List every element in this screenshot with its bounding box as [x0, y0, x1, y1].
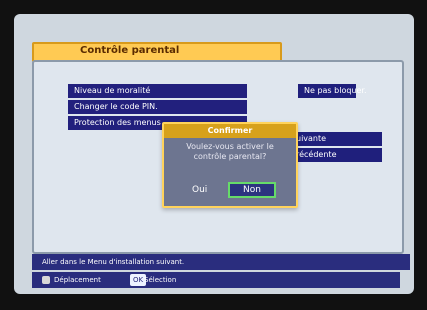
- hint-bar: Déplacement OK Sélection: [32, 272, 400, 288]
- yes-label: Oui: [192, 185, 208, 195]
- value-text: Ne pas bloquer.: [304, 86, 367, 95]
- tv-screen: Contrôle parental Niveau de moralité Cha…: [14, 14, 414, 294]
- no-label: Non: [243, 185, 261, 195]
- yes-option[interactable]: Oui: [192, 182, 207, 198]
- tv-frame: Contrôle parental Niveau de moralité Cha…: [0, 0, 427, 310]
- info-text: Aller dans le Menu d'installation suivan…: [42, 258, 185, 266]
- confirm-dialog: Confirmer Voulez-vous activer le contrôl…: [162, 122, 298, 208]
- no-option-selected[interactable]: Non: [228, 182, 276, 198]
- menu-item-change-pin[interactable]: Changer le code PIN.: [68, 100, 247, 114]
- title-bar: Contrôle parental: [32, 42, 282, 62]
- info-bar: Aller dans le Menu d'installation suivan…: [32, 254, 410, 270]
- value-box[interactable]: Ne pas bloquer.: [298, 84, 367, 98]
- menu-item-label: Niveau de moralité: [74, 86, 151, 95]
- menu-item-label: Changer le code PIN.: [74, 102, 158, 111]
- dialog-title: Confirmer: [164, 124, 296, 138]
- menu-item-moralite[interactable]: Niveau de moralité: [68, 84, 247, 98]
- next-button[interactable]: uivante: [290, 132, 382, 146]
- navigation-icon: [42, 276, 50, 284]
- screen-title: Contrôle parental: [80, 45, 180, 56]
- hint-select: Sélection: [144, 276, 177, 284]
- previous-button[interactable]: récédente: [290, 148, 382, 162]
- menu-item-label: Protection des menus: [74, 118, 161, 127]
- dialog-message: Voulez-vous activer le contrôle parental…: [186, 142, 274, 161]
- hint-move: Déplacement: [54, 276, 101, 284]
